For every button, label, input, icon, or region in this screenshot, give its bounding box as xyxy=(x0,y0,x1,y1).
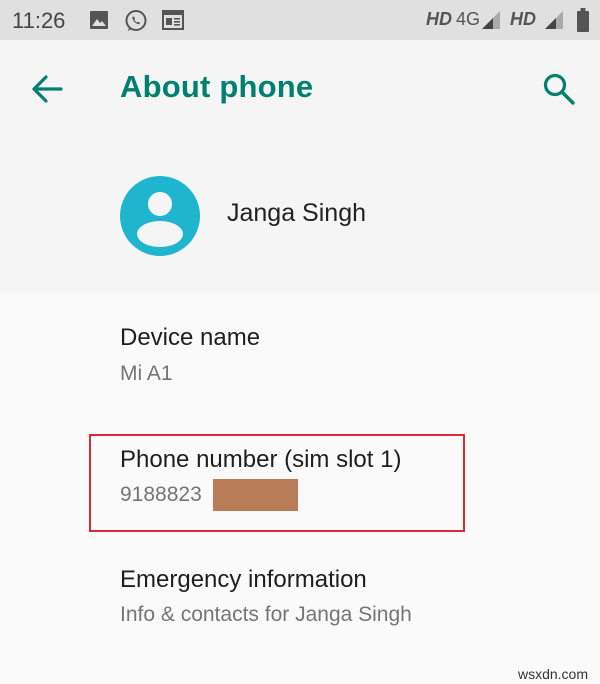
back-button[interactable] xyxy=(30,72,64,106)
pref-emergency-info[interactable]: Emergency information Info & contacts fo… xyxy=(0,545,600,645)
pref-summary: Info & contacts for Janga Singh xyxy=(120,603,412,626)
news-icon xyxy=(162,10,184,35)
network-1-type: 4G xyxy=(456,9,481,29)
search-icon xyxy=(540,73,578,112)
pref-title: Emergency information xyxy=(120,566,367,593)
pref-title: Phone number (sim slot 1) xyxy=(120,446,402,473)
arrow-back-icon xyxy=(30,75,64,110)
pref-title: Device name xyxy=(120,324,261,351)
status-time: 11:26 xyxy=(12,8,66,33)
status-bar: 11:26 HD 4G HD xyxy=(0,0,600,40)
avatar[interactable] xyxy=(119,175,201,257)
watermark: wsxdn.com xyxy=(517,666,588,682)
gallery-icon xyxy=(89,10,109,35)
redacted-block xyxy=(213,479,298,511)
pref-device-name[interactable]: Device name Mi A1 xyxy=(0,300,600,415)
whatsapp-icon xyxy=(124,9,148,38)
pref-summary: 9188823 xyxy=(120,483,202,506)
network-1-label: HD xyxy=(426,9,452,29)
search-button[interactable] xyxy=(540,70,578,108)
signal-2-icon xyxy=(545,11,565,34)
pref-summary: Mi A1 xyxy=(120,362,173,385)
profile-name[interactable]: Janga Singh xyxy=(227,199,366,228)
page-title: About phone xyxy=(120,69,314,104)
account-circle-icon xyxy=(119,176,201,261)
network-2-label: HD xyxy=(510,9,536,29)
signal-1-icon xyxy=(482,11,502,34)
battery-icon xyxy=(577,8,589,37)
pref-phone-number[interactable]: Phone number (sim slot 1) 9188823 xyxy=(0,420,600,540)
